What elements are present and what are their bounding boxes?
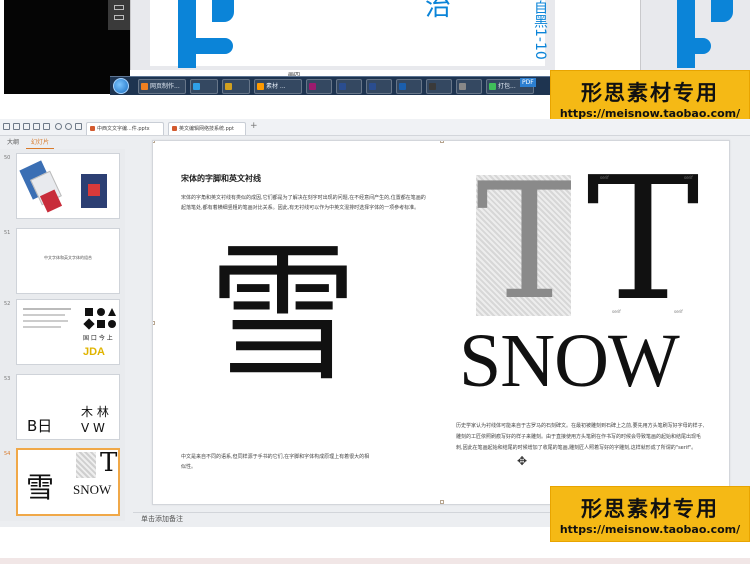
- watermark-banner: 形思素材专用 https://meisnow.taobao.com/: [550, 486, 750, 542]
- document-tab[interactable]: 中西文文字编...件.pptx: [86, 122, 164, 135]
- serif-label: serif: [612, 309, 621, 314]
- serif-label: serif: [600, 175, 609, 180]
- thumb-glyphs: 国 口 今 上: [83, 335, 113, 342]
- watermark-banner: 形思素材专用 https://meisnow.taobao.com/: [550, 70, 750, 126]
- large-chinese-character: 雪: [208, 228, 359, 402]
- tool-icon[interactable]: [114, 5, 124, 10]
- slide-thumbnail-selected[interactable]: 雪 T SNOW: [16, 448, 120, 516]
- tool-strip[interactable]: [108, 0, 130, 30]
- copy-icon[interactable]: [43, 123, 50, 130]
- taskbar-button[interactable]: [222, 79, 250, 94]
- thumb-char: 雪: [26, 471, 55, 504]
- watermark-url: https://meisnow.taobao.com/: [559, 523, 741, 536]
- watermark-title: 形思素材专用: [581, 81, 719, 105]
- blue-letter-shape: [172, 0, 236, 68]
- ppt-file-icon: [90, 126, 95, 131]
- thumb-brand: JDA: [83, 346, 106, 358]
- tool-icon[interactable]: [114, 15, 124, 20]
- slide-thumbnail[interactable]: [16, 153, 120, 219]
- notes-placeholder[interactable]: 单击添加备注: [141, 514, 183, 524]
- lightroom-icon: [339, 83, 346, 90]
- menu-icon[interactable]: [3, 123, 10, 130]
- bottom-strip: [0, 558, 750, 564]
- slide-canvas[interactable]: 宋体的字脚和英文衬线 宋体的字角和英文衬线有类似的成因,它们都是为了解决在刻字时…: [152, 140, 730, 505]
- taskbar: 网页制作... 素材 ... 打包...: [110, 76, 555, 95]
- taskbar-button[interactable]: [366, 79, 392, 94]
- serif-label: serif: [684, 175, 693, 180]
- snow-word: SNOW: [459, 319, 680, 403]
- app-icon: [429, 83, 436, 90]
- watermark-title: 形思素材专用: [581, 497, 719, 521]
- redo-icon[interactable]: [65, 123, 72, 130]
- dropdown-icon[interactable]: [75, 123, 82, 130]
- folder-icon: [459, 83, 466, 90]
- illustrator-icon: [257, 83, 264, 90]
- thumb-word: SNOW: [73, 482, 112, 497]
- browser-icon: [141, 83, 148, 90]
- blue-vertical-text: 自黑1-10: [532, 0, 548, 60]
- undo-icon[interactable]: [55, 123, 62, 130]
- archive-icon: [489, 83, 496, 90]
- slide-number: 52: [4, 301, 11, 307]
- resize-handle[interactable]: [153, 321, 155, 325]
- pane-tabs: 大纲 幻灯片: [0, 137, 125, 149]
- resize-handle[interactable]: [440, 500, 444, 504]
- slide-thumbnail-pane[interactable]: 50 51 中文字体和英文字体的组合 52 国 口 今 上 JDA 53 B日 …: [0, 149, 125, 521]
- tab-slides[interactable]: 幻灯片: [26, 138, 55, 149]
- taskbar-button[interactable]: [336, 79, 362, 94]
- serif-t-illustration: T serif serif serif serif: [578, 153, 708, 328]
- lightroom-icon: [369, 83, 376, 90]
- slide-thumbnail-caption: 中文字体和英文字体的组合: [44, 255, 92, 260]
- left-caption[interactable]: 中文是来自不同的语系,但同样源于手书的它们,在字脚和字体构成原理上有着很大的相似…: [181, 452, 371, 472]
- thumb-letter: T: [100, 448, 118, 478]
- pdf-app-button[interactable]: PDF: [520, 78, 536, 87]
- taskbar-button[interactable]: [396, 79, 422, 94]
- thumb-text: B日: [27, 417, 53, 435]
- taskbar-button[interactable]: [426, 79, 452, 94]
- preview-icon[interactable]: [33, 123, 40, 130]
- move-cursor-icon: ✥: [517, 454, 528, 468]
- tab-outline[interactable]: 大纲: [2, 138, 24, 148]
- taskbar-button[interactable]: 素材 ...: [254, 79, 302, 94]
- slide-body-text[interactable]: 宋体的字角和英文衬线有类似的成因,它们都是为了解决在刻字时出现的问题,在不经意间…: [181, 193, 426, 213]
- right-canvas-frame: [640, 0, 750, 70]
- document-tab[interactable]: 英文编辑网络技系统.ppt: [168, 122, 246, 135]
- right-caption[interactable]: 历史学家认为衬线体可能来自于古罗马的石刻碑文。在最初被雕刻到石碑上之前,要先用方…: [456, 421, 706, 454]
- taskbar-button[interactable]: [306, 79, 332, 94]
- start-button[interactable]: [113, 78, 129, 94]
- slide-thumbnail[interactable]: 国 口 今 上 JDA: [16, 299, 120, 365]
- ppt-file-icon: [172, 126, 177, 131]
- new-tab-button[interactable]: +: [250, 121, 258, 131]
- thumb-text: 木 林: [81, 405, 109, 419]
- photoshop-icon: [399, 83, 406, 90]
- tab-bar: 中西文文字编...件.pptx 英文编辑网络技系统.ppt +: [0, 119, 750, 136]
- taskbar-button[interactable]: 网页制作...: [138, 79, 186, 94]
- penguin-icon: [225, 83, 232, 90]
- serif-label: serif: [674, 309, 683, 314]
- print-icon[interactable]: [23, 123, 30, 130]
- taskbar-button[interactable]: [190, 79, 218, 94]
- chat-icon: [193, 83, 200, 90]
- resize-handle[interactable]: [153, 141, 155, 143]
- thumb-text: V W: [81, 421, 105, 435]
- slide-heading[interactable]: 宋体的字脚和英文衬线: [181, 173, 261, 184]
- slide-number: 50: [4, 155, 11, 161]
- slide-number: 51: [4, 230, 11, 236]
- indesign-icon: [309, 83, 316, 90]
- slide-thumbnail[interactable]: 中文字体和英文字体的组合: [16, 228, 120, 294]
- save-icon[interactable]: [13, 123, 20, 130]
- slide-number: 53: [4, 376, 11, 382]
- carved-letter: T: [476, 175, 571, 316]
- resize-handle[interactable]: [440, 141, 444, 143]
- carved-t-photo: T: [476, 175, 571, 316]
- blue-heading-char: 治: [425, 0, 452, 22]
- taskbar-button[interactable]: [456, 79, 482, 94]
- slide-number: 54: [4, 451, 11, 457]
- slide-thumbnail[interactable]: B日 木 林 V W: [16, 374, 120, 440]
